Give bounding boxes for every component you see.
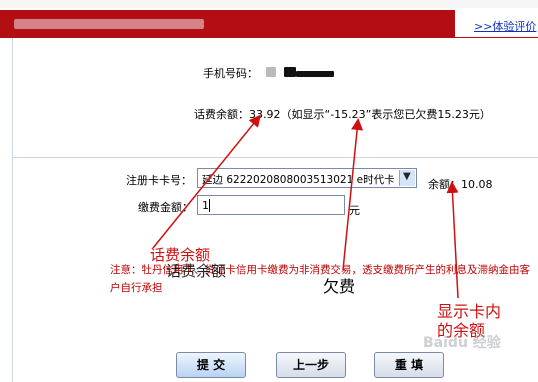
debt-annotation: 欠费 <box>323 277 356 296</box>
arrow-to-card-balance <box>446 181 459 299</box>
overlapping-balance-annotation: 话费余额 <box>166 262 227 280</box>
arrow-to-phone-balance <box>152 114 261 249</box>
watermark: Baidu 经验 <box>423 335 501 351</box>
arrow-to-debt-amount <box>342 118 364 271</box>
